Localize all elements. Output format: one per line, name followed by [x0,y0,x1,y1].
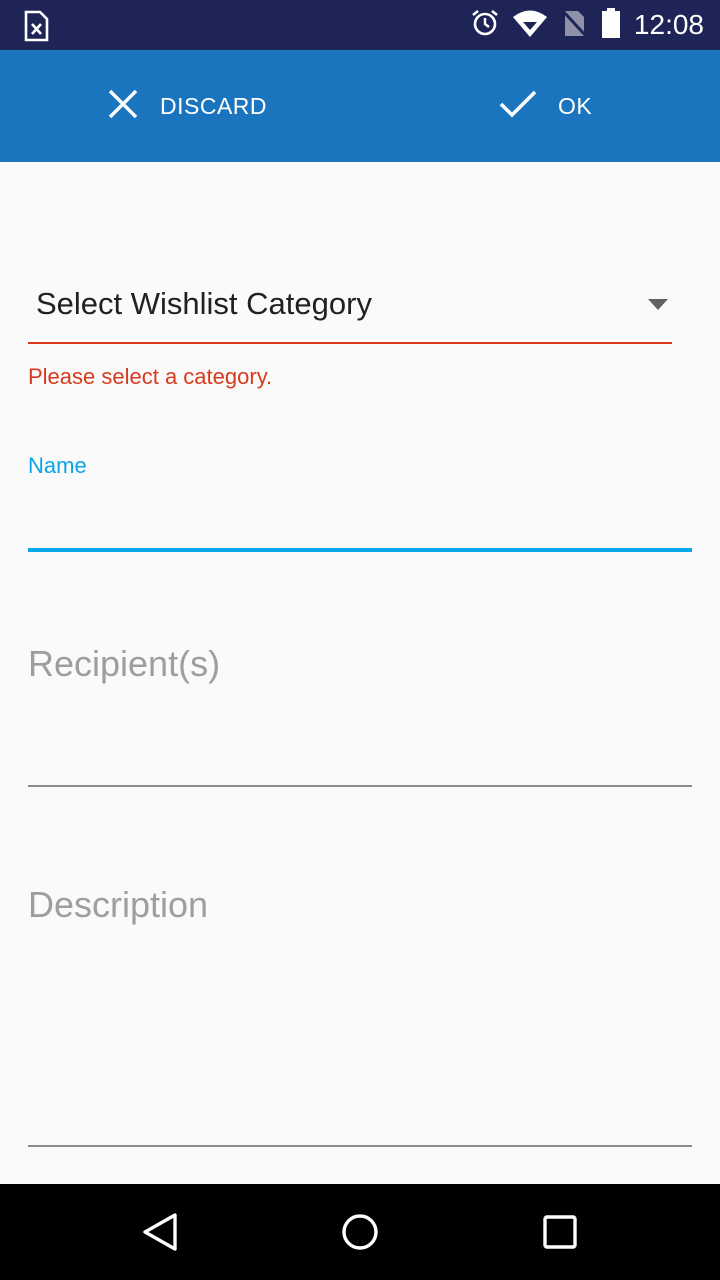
dropdown-arrow-icon [648,298,668,310]
back-icon[interactable] [140,1212,180,1252]
wifi-icon [512,8,548,43]
category-error: Please select a category. [28,364,273,389]
sim-error-icon [22,10,50,42]
status-bar: 12:08 [0,0,720,50]
recipients-input[interactable] [28,632,692,787]
name-input[interactable] [28,484,692,552]
no-sim-icon [560,8,588,43]
discard-button[interactable]: DISCARD [106,50,267,162]
action-toolbar: DISCARD OK [0,50,720,162]
ok-label: OK [558,92,593,119]
category-spinner-value: Select Wishlist Category [36,286,372,321]
home-icon[interactable] [340,1212,380,1252]
navigation-bar [0,1184,720,1280]
alarm-icon [470,8,500,43]
category-spinner[interactable]: Select Wishlist Category [28,272,672,344]
wishlist-form: Select Wishlist Category Please select a… [0,162,720,1184]
recents-icon[interactable] [540,1212,580,1252]
status-time: 12:08 [633,9,704,40]
name-label: Name [28,453,87,478]
check-icon [498,87,538,126]
ok-button[interactable]: OK [498,50,592,162]
discard-label: DISCARD [160,92,268,119]
description-input[interactable] [28,872,692,1147]
close-icon [106,87,140,126]
battery-icon [600,7,622,44]
